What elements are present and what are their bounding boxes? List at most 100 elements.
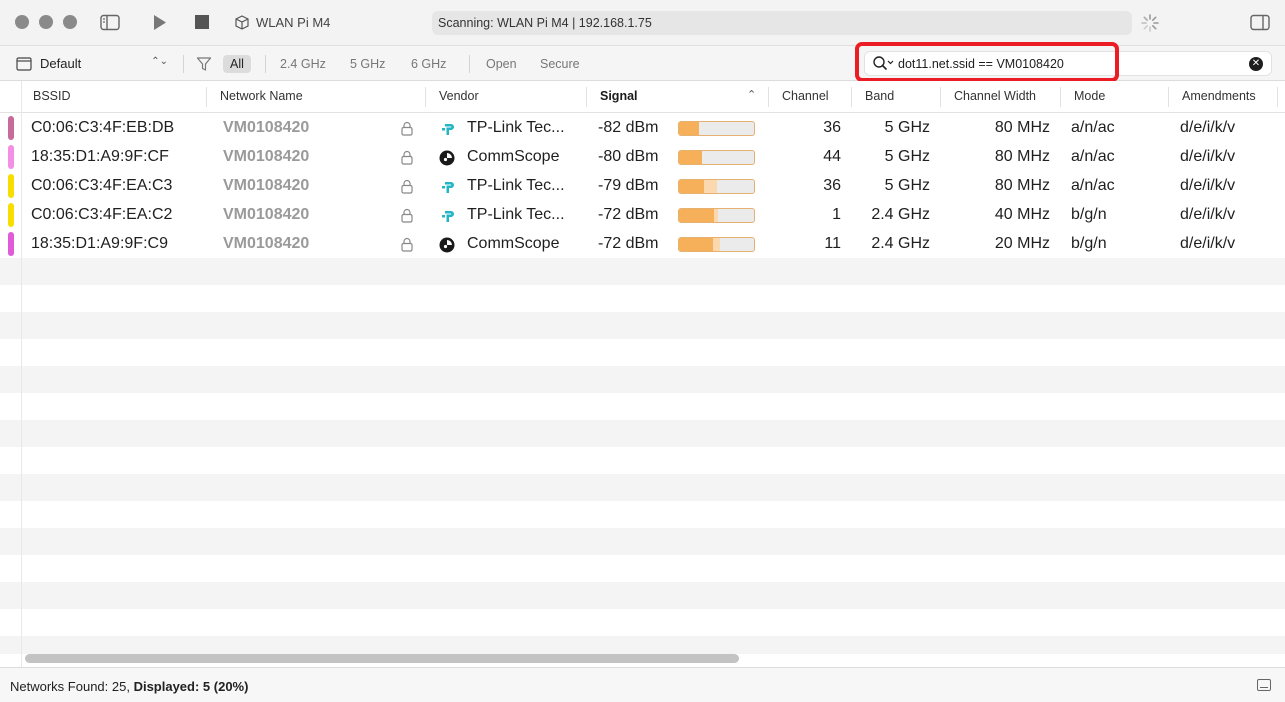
- tplink-icon: [439, 121, 455, 137]
- signal-fill: [679, 151, 703, 164]
- profile-selector[interactable]: Default ⌃⌄: [16, 55, 172, 73]
- device-name[interactable]: WLAN Pi M4: [256, 15, 330, 30]
- empty-row: [0, 312, 1285, 339]
- column-divider: [940, 87, 941, 107]
- column-band[interactable]: Band: [865, 89, 894, 103]
- table-row[interactable]: 18:35:D1:A9:9F:C9 VM0108420 CommScope -72 d…: [0, 230, 1285, 259]
- column-mode[interactable]: Mode: [1074, 89, 1105, 103]
- table-row[interactable]: C0:06:C3:4F:EB:DB VM0108420 TP-Link Tec...…: [0, 114, 1285, 143]
- signal-bar: [678, 179, 755, 194]
- network-color-tag: [8, 145, 14, 169]
- column-bssid[interactable]: BSSID: [33, 89, 71, 103]
- filter-all-button[interactable]: All: [223, 55, 251, 73]
- empty-row: [0, 636, 1285, 654]
- channel-cell: 1: [832, 206, 841, 223]
- column-amendments[interactable]: Amendments: [1182, 89, 1256, 103]
- sidebar-toggle-icon[interactable]: [100, 14, 120, 31]
- tplink-icon: [439, 208, 455, 224]
- channel-width-cell: 80 MHz: [994, 177, 1050, 194]
- signal-cell: -79 dBm: [598, 177, 659, 194]
- signal-cell: -72 dBm: [598, 235, 659, 252]
- column-channel[interactable]: Channel: [782, 89, 829, 103]
- minimize-window-button[interactable]: [39, 15, 53, 29]
- ssid-cell: VM0108420: [223, 206, 310, 223]
- mode-cell: a/n/ac: [1071, 148, 1115, 165]
- channel-cell: 11: [824, 235, 841, 252]
- channel-width-cell: 20 MHz: [994, 235, 1050, 252]
- amendments-cell: d/e/i/k/v: [1180, 119, 1236, 136]
- vendor-cell: TP-Link Tec...: [467, 119, 565, 136]
- column-divider: [851, 87, 852, 107]
- filter-5ghz-button[interactable]: 5 GHz: [343, 55, 392, 73]
- play-icon[interactable]: [153, 14, 167, 31]
- panel-toggle-icon[interactable]: [1257, 679, 1271, 691]
- column-network-name[interactable]: Network Name: [220, 89, 303, 103]
- column-vendor[interactable]: Vendor: [439, 89, 479, 103]
- signal-bar: [678, 208, 755, 223]
- column-channel-width[interactable]: Channel Width: [954, 89, 1036, 103]
- channel-width-cell: 80 MHz: [994, 148, 1050, 165]
- band-cell: 5 GHz: [884, 119, 930, 136]
- empty-row: [0, 474, 1285, 501]
- bssid-cell: 18:35:D1:A9:9F:CF: [31, 148, 169, 165]
- filter-6ghz-button[interactable]: 6 GHz: [404, 55, 453, 73]
- signal-cell: -72 dBm: [598, 206, 659, 223]
- table-row[interactable]: C0:06:C3:4F:EA:C3 VM0108420 TP-Link Tec...…: [0, 172, 1285, 201]
- vendor-cell: CommScope: [467, 235, 560, 252]
- close-window-button[interactable]: [15, 15, 29, 29]
- ssid-cell: VM0108420: [223, 148, 310, 165]
- band-cell: 5 GHz: [884, 148, 930, 165]
- chevron-updown-icon: ⌃⌄: [151, 56, 168, 67]
- column-signal[interactable]: Signal: [600, 89, 638, 103]
- network-color-tag: [8, 232, 14, 256]
- empty-row: [0, 420, 1285, 447]
- bssid-cell: C0:06:C3:4F:EA:C3: [31, 177, 173, 194]
- filter-secure-button[interactable]: Secure: [533, 55, 587, 73]
- column-divider: [586, 87, 587, 107]
- mode-cell: a/n/ac: [1071, 119, 1115, 136]
- clear-search-icon[interactable]: ✕: [1249, 57, 1263, 71]
- amendments-cell: d/e/i/k/v: [1180, 177, 1236, 194]
- title-bar: WLAN Pi M4 Scanning: WLAN Pi M4 | 192.16…: [0, 0, 1285, 46]
- mode-cell: a/n/ac: [1071, 177, 1115, 194]
- filter-2-4ghz-button[interactable]: 2.4 GHz: [273, 55, 333, 73]
- column-divider: [425, 87, 426, 107]
- divider: [183, 55, 184, 73]
- filter-icon[interactable]: [196, 56, 212, 72]
- column-divider: [1168, 87, 1169, 107]
- band-cell: 2.4 GHz: [871, 235, 930, 252]
- empty-row: [0, 528, 1285, 555]
- horizontal-scrollbar[interactable]: [25, 654, 739, 663]
- column-divider: [206, 87, 207, 107]
- zoom-window-button[interactable]: [63, 15, 77, 29]
- networks-found-label: Networks Found: 25,: [10, 679, 134, 694]
- empty-row: [0, 366, 1285, 393]
- amendments-cell: d/e/i/k/v: [1180, 206, 1236, 223]
- filter-open-button[interactable]: Open: [479, 55, 524, 73]
- table-row[interactable]: C0:06:C3:4F:EA:C2 VM0108420 TP-Link Tec...…: [0, 201, 1285, 230]
- inspector-toggle-icon[interactable]: [1250, 14, 1270, 31]
- scan-status: Scanning: WLAN Pi M4 | 192.168.1.75: [432, 11, 1132, 35]
- channel-cell: 44: [823, 148, 841, 165]
- commscope-icon: [439, 150, 455, 166]
- lock-icon: [401, 208, 413, 223]
- cube-icon: [235, 15, 249, 30]
- column-divider: [1277, 87, 1278, 107]
- commscope-icon: [439, 237, 455, 253]
- empty-row: [0, 582, 1285, 609]
- divider: [469, 55, 470, 73]
- stop-icon[interactable]: [195, 15, 209, 29]
- channel-cell: 36: [823, 177, 841, 194]
- lock-icon: [401, 150, 413, 165]
- channel-width-cell: 80 MHz: [994, 119, 1050, 136]
- column-divider: [1060, 87, 1061, 107]
- network-color-tag: [8, 116, 14, 140]
- tplink-icon: [439, 179, 455, 195]
- table-row[interactable]: 18:35:D1:A9:9F:CF VM0108420 CommScope -80 d…: [0, 143, 1285, 172]
- ssid-cell: VM0108420: [223, 119, 310, 136]
- ssid-cell: VM0108420: [223, 235, 310, 252]
- signal-fill: [679, 209, 714, 222]
- networks-count: Networks Found: 25, Displayed: 5 (20%): [10, 679, 248, 694]
- vendor-cell: TP-Link Tec...: [467, 206, 565, 223]
- sort-ascending-icon: ⌃: [747, 89, 757, 101]
